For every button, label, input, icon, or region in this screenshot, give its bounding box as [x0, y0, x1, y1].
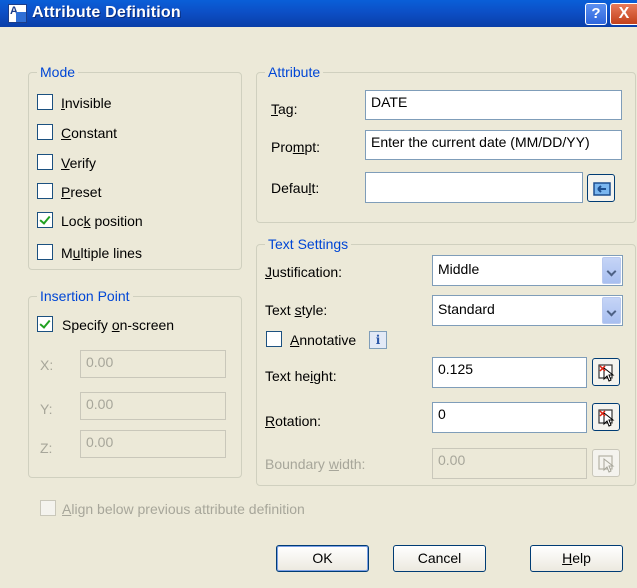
pick-height-button[interactable]: [592, 358, 620, 386]
text-style-value: Standard: [438, 301, 495, 317]
insert-field-icon: [593, 182, 611, 196]
cancel-button[interactable]: Cancel: [393, 545, 486, 572]
x-field[interactable]: 0.00: [80, 350, 226, 378]
text-height-field[interactable]: 0.125: [432, 357, 587, 388]
verify-label: Verify: [61, 155, 97, 171]
rotation-label: Rotation:: [265, 413, 322, 429]
tag-label: Tag:: [271, 101, 298, 117]
constant-label: Constant: [61, 125, 118, 141]
text-height-label: Text height:: [265, 368, 337, 384]
multiple-lines-label: Multiple lines: [61, 245, 142, 261]
pick-point-icon: [598, 455, 615, 473]
text-settings-group-title: Text Settings: [265, 236, 352, 252]
preset-label: Preset: [61, 184, 102, 200]
y-field[interactable]: 0.00: [80, 392, 226, 420]
app-icon: A: [8, 4, 27, 23]
title-bar: A Attribute Definition ? X: [0, 0, 637, 27]
constant-checkbox[interactable]: [37, 124, 53, 140]
annotative-checkbox[interactable]: [266, 331, 282, 347]
invisible-label: Invisible: [61, 95, 112, 111]
close-button[interactable]: X: [610, 3, 637, 25]
preset-checkbox[interactable]: [37, 183, 53, 199]
prompt-label: Prompt:: [271, 139, 321, 155]
pick-boundary-width-button[interactable]: [592, 449, 620, 477]
help-title-button[interactable]: ?: [585, 3, 607, 25]
prompt-field[interactable]: Enter the current date (MM/DD/YY): [365, 130, 622, 160]
annotative-label: Annotative: [290, 332, 357, 348]
info-icon[interactable]: i: [369, 331, 387, 349]
lock-position-label: Lock position: [61, 213, 143, 229]
pick-point-icon: [598, 409, 615, 427]
pick-rotation-button[interactable]: [592, 403, 620, 431]
y-label: Y:: [40, 401, 53, 417]
multiple-lines-checkbox[interactable]: [37, 244, 53, 260]
specify-on-screen-checkbox[interactable]: [37, 316, 53, 332]
insert-field-button[interactable]: [587, 174, 615, 202]
mode-group-title: Mode: [37, 64, 79, 80]
insertion-point-group-title: Insertion Point: [37, 288, 133, 304]
justification-label: Justification:: [265, 264, 343, 280]
boundary-width-label: Boundary width:: [265, 456, 366, 472]
lock-position-checkbox[interactable]: [37, 212, 53, 228]
ok-button[interactable]: OK: [276, 545, 369, 572]
boundary-width-field[interactable]: 0.00: [432, 448, 587, 479]
text-style-label: Text style:: [265, 302, 328, 318]
justification-select[interactable]: Middle: [432, 255, 623, 286]
pick-point-icon: [598, 364, 615, 382]
chevron-down-icon[interactable]: [602, 297, 621, 324]
default-label: Default:: [271, 180, 320, 196]
window-title: Attribute Definition: [32, 4, 181, 21]
chevron-down-icon[interactable]: [602, 257, 621, 284]
align-below-label: Align below previous attribute definitio…: [62, 501, 305, 517]
text-style-select[interactable]: Standard: [432, 295, 623, 326]
attribute-group-title: Attribute: [265, 64, 324, 80]
z-label: Z:: [40, 440, 53, 456]
x-label: X:: [40, 357, 54, 373]
invisible-checkbox[interactable]: [37, 94, 53, 110]
specify-on-screen-label: Specify on-screen: [62, 317, 175, 333]
z-field[interactable]: 0.00: [80, 430, 226, 458]
align-below-checkbox[interactable]: [40, 500, 56, 516]
help-button[interactable]: Help: [530, 545, 623, 572]
rotation-field[interactable]: 0: [432, 402, 587, 433]
tag-field[interactable]: DATE: [365, 90, 622, 120]
verify-checkbox[interactable]: [37, 154, 53, 170]
justification-value: Middle: [438, 261, 480, 277]
default-field[interactable]: [365, 172, 583, 203]
